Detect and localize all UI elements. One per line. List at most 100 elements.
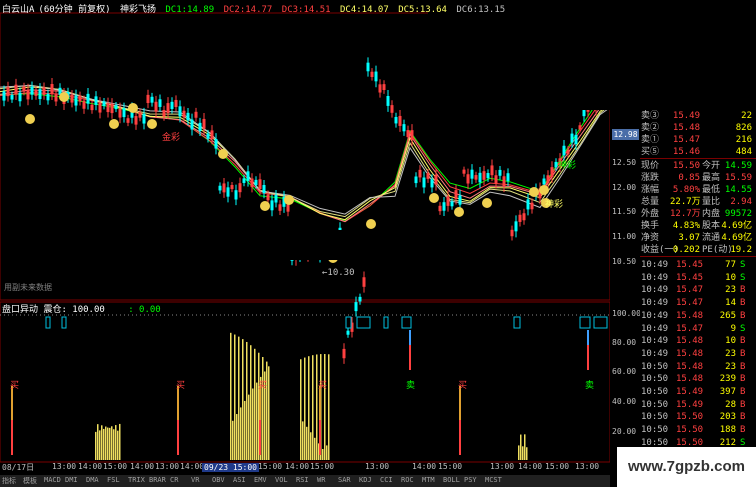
tick-row: 10:50 15.50 188 B <box>641 425 746 436</box>
quote-stat-row: 现价 15.50 今开 14.59 <box>641 161 752 171</box>
current-price-tag: 12.98 <box>612 129 639 140</box>
indicator-tab[interactable]: KDJ <box>359 476 372 484</box>
sub-tick: 40.00 <box>612 397 637 406</box>
sub-bar <box>103 428 105 460</box>
candle-body <box>158 99 162 107</box>
smiley-icon <box>59 92 69 102</box>
indicator-tab[interactable]: CCI <box>380 476 393 484</box>
candle-body <box>18 92 22 102</box>
indicator-tab[interactable]: BOLL <box>443 476 460 484</box>
candle-body <box>226 187 230 197</box>
indicator-tab[interactable]: OBV <box>212 476 225 484</box>
sub-bar <box>326 445 328 460</box>
price-tick: 12.50 <box>612 158 637 167</box>
indicator-tab[interactable]: VOL <box>275 476 288 484</box>
sub-bar <box>244 400 246 460</box>
quote-stat-row: 外盘 12.7万 内盘 99572 <box>641 209 752 219</box>
quote-stat-row: 总量 22.7万 量比 2.94 <box>641 197 752 207</box>
indicator-tab[interactable]: TRIX <box>128 476 145 484</box>
candle-body <box>274 194 278 203</box>
sub-bar <box>101 425 103 460</box>
sub-bar <box>524 434 526 460</box>
sub-bar <box>302 421 304 460</box>
quote-stat-row: 净资 3.07 流通 4.69亿 <box>641 233 752 243</box>
candle-body <box>190 119 194 130</box>
tick-row: 10:49 15.47 23 B <box>641 285 746 296</box>
indicator-tab[interactable]: CR <box>170 476 178 484</box>
indicator-tab[interactable]: MCST <box>485 476 502 484</box>
sub-bar <box>328 354 330 460</box>
indicator-tab[interactable]: RSI <box>296 476 309 484</box>
sub-bar <box>254 348 256 460</box>
smiley-icon <box>539 185 549 195</box>
indicator-tab[interactable]: DMI <box>65 476 78 484</box>
future-data-note: 用副未来数据 <box>4 283 52 292</box>
candle-body <box>402 124 406 132</box>
time-tick: 14:00 <box>130 462 155 471</box>
sub-bar <box>95 431 97 460</box>
candle-body <box>170 101 174 109</box>
candle-body <box>414 176 418 184</box>
time-tick: 15:00 <box>103 462 128 471</box>
quote-stat-row: 涨幅 5.80% 最低 14.55 <box>641 185 752 195</box>
smiley-icon <box>147 119 157 129</box>
indicator-tab[interactable]: ROC <box>401 476 414 484</box>
time-tick: 15:00 <box>438 462 463 471</box>
buy-signal: 买 <box>458 381 468 391</box>
quote-panel: 卖③ 15.49 22 卖② 15.48 826 卖① 15.47 216 买⑤ 15.46 4… <box>640 110 756 487</box>
indicator-tab[interactable]: EMV <box>254 476 267 484</box>
candle-body <box>270 200 274 211</box>
candle-body <box>394 116 398 124</box>
smiley-icon <box>482 198 492 208</box>
candle-body <box>46 93 50 101</box>
sub-bar <box>522 446 524 460</box>
indicator-tab[interactable]: BRAR <box>149 476 166 484</box>
candle-body <box>122 108 126 118</box>
candle-body <box>486 173 490 179</box>
dc2-value: DC2:14.77 <box>223 5 273 15</box>
candle-body <box>198 122 202 131</box>
indicator-tab[interactable]: MTM <box>422 476 435 484</box>
divider <box>640 158 756 159</box>
price-tick: 10.50 <box>612 257 637 266</box>
candle-body <box>242 178 246 183</box>
candle-body <box>506 173 510 181</box>
candle-body <box>114 105 118 110</box>
sub-bar <box>314 437 316 460</box>
shencai-annotation: 神彩 <box>545 200 564 210</box>
indicator-tab[interactable]: WR <box>317 476 325 484</box>
sub-bar <box>117 430 119 460</box>
sub-indicator-value-2: : 0.00 <box>128 305 161 315</box>
indicator-tab[interactable]: VR <box>191 476 199 484</box>
sub-bar <box>266 361 268 460</box>
candle-body <box>478 172 482 183</box>
candle-body <box>246 171 250 181</box>
candle-body <box>214 138 218 149</box>
dc1-value: DC1:14.89 <box>165 5 215 15</box>
indicator-tab[interactable]: MACD <box>44 476 61 484</box>
price-tick: 11.00 <box>612 232 637 241</box>
indicator-tab[interactable]: ASI <box>233 476 246 484</box>
watermark: www.7gpzb.com <box>617 447 756 487</box>
sub-bar <box>236 414 238 460</box>
indicator-tab[interactable]: FSL <box>107 476 120 484</box>
dc6-value: DC6:13.15 <box>456 5 506 15</box>
sub-bar <box>250 345 252 460</box>
indicator-tab[interactable]: SAR <box>338 476 351 484</box>
candle-body <box>86 93 90 104</box>
sub-bar <box>252 388 254 460</box>
indicator-tab[interactable]: PSY <box>464 476 477 484</box>
time-axis: 08/17日 13:00 14:00 15:00 14:00 13:00 14:… <box>0 462 610 474</box>
indicator-tab[interactable]: 指标 <box>2 476 16 486</box>
candle-body <box>2 91 6 101</box>
sub-bar <box>113 429 115 460</box>
sub-bar <box>256 382 258 460</box>
sub-bar <box>304 357 306 460</box>
time-tick: 13:00 <box>575 462 600 471</box>
indicator-tabs: 指标 模板 MACD DMI DMA FSL TRIX BRAR CR VR OBV ASI EMV VO… <box>0 475 610 487</box>
candle-body <box>422 177 426 188</box>
time-tick: 14:00 <box>78 462 103 471</box>
indicator-tab[interactable]: 模板 <box>23 476 37 486</box>
tick-row: 10:49 15.47 9 S <box>641 323 746 334</box>
indicator-tab[interactable]: DMA <box>86 476 99 484</box>
